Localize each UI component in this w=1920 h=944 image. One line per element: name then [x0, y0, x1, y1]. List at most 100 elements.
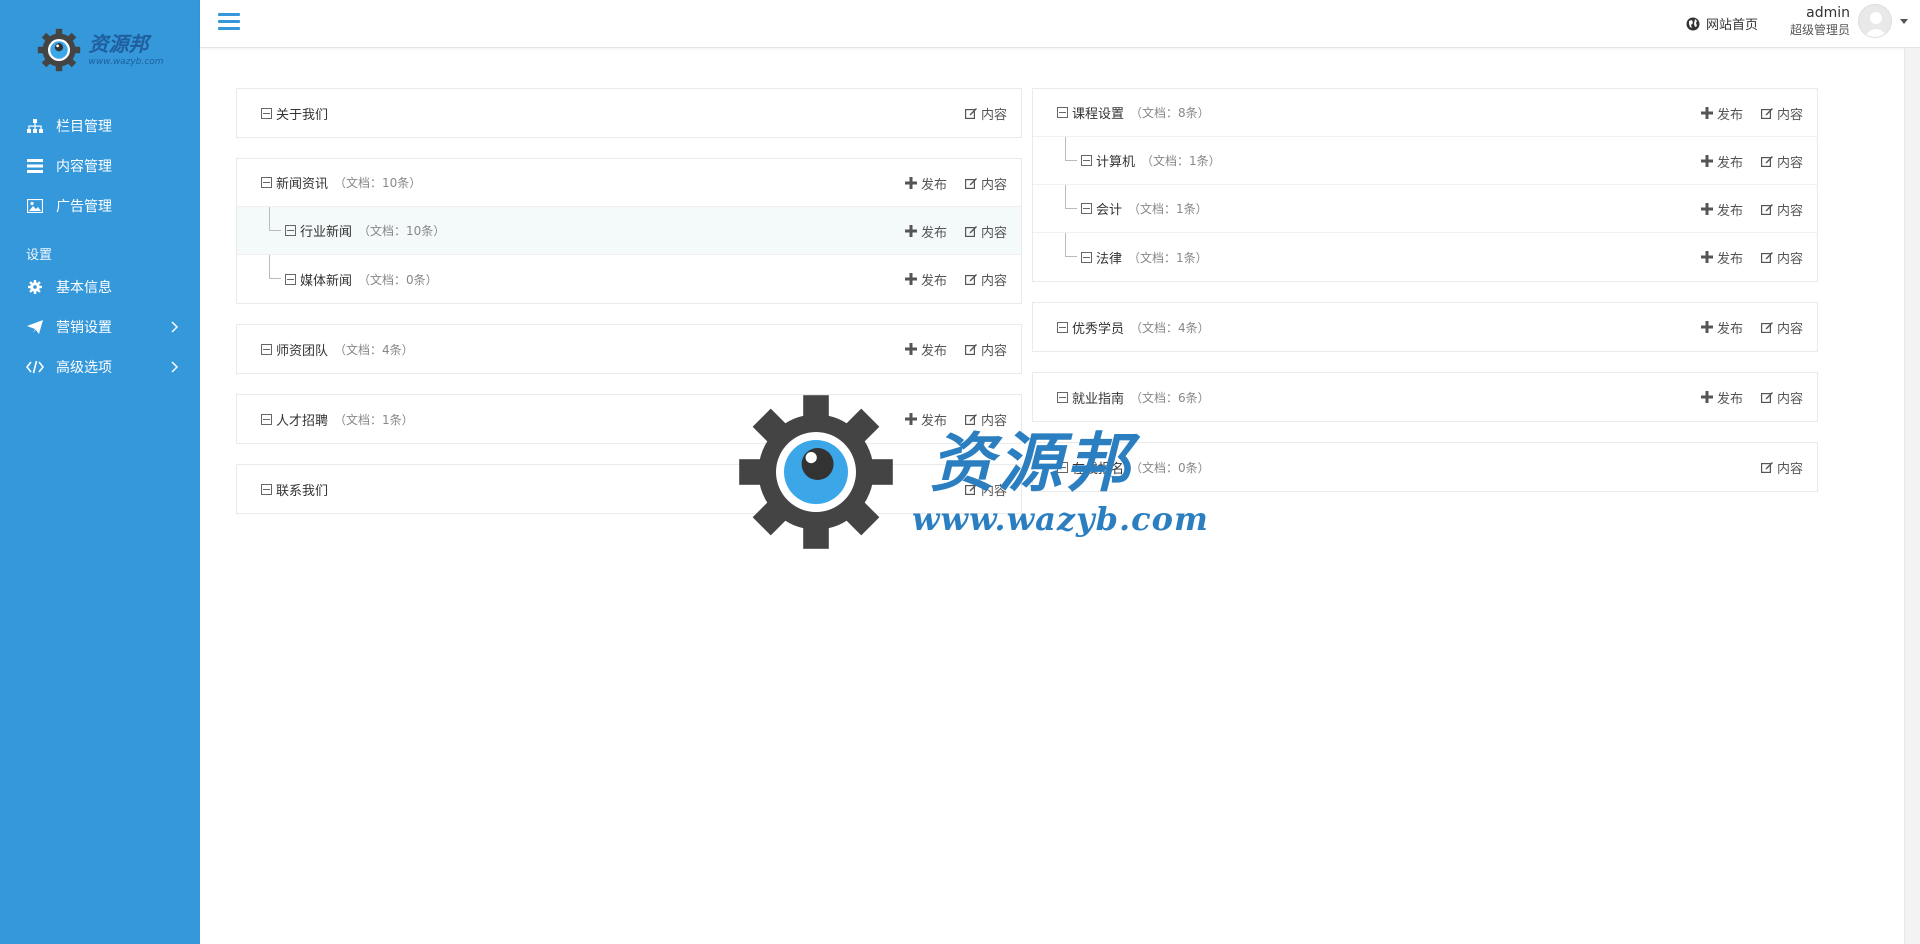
page-scrollbar[interactable] [1904, 48, 1920, 944]
category-title[interactable]: 新闻资讯 [276, 173, 328, 192]
publish-button[interactable]: 发布 [1700, 200, 1743, 219]
subcategory-row: 计算机 （文档：1条） 发布 内容 [1033, 137, 1817, 185]
content-button[interactable]: 内容 [964, 410, 1007, 429]
content-label: 内容 [1776, 461, 1803, 477]
right-column: 课程设置 （文档：8条） 发布 内容 计算机 （文档：1条） 发布 内容 会计 （文档：1条） 发布… [1032, 88, 1818, 512]
category-row: 优秀学员 （文档：4条） 发布 内容 [1033, 303, 1817, 351]
publish-label: 发布 [920, 273, 947, 289]
edit-icon [1760, 391, 1773, 403]
content-button[interactable]: 内容 [1760, 104, 1803, 123]
sidebar-item-advanced[interactable]: 高级选项 [0, 347, 200, 387]
category-title[interactable]: 联系我们 [276, 480, 328, 499]
content-button[interactable]: 内容 [1760, 318, 1803, 337]
subcategory-row: 行业新闻 （文档：10条） 发布 内容 [237, 207, 1021, 255]
content-button[interactable]: 内容 [964, 480, 1007, 499]
collapse-toggle-icon[interactable] [1081, 203, 1092, 214]
plus-icon [1700, 251, 1713, 263]
sidebar-item-marketing[interactable]: 营销设置 [0, 307, 200, 347]
category-card: 在线报名 （文档：0条） 内容 [1032, 442, 1818, 492]
menu-toggle-icon[interactable] [218, 13, 240, 33]
publish-button[interactable]: 发布 [1700, 388, 1743, 407]
content-button[interactable]: 内容 [1760, 388, 1803, 407]
row-actions: 发布 内容 [1700, 373, 1803, 421]
collapse-toggle-icon[interactable] [1057, 391, 1068, 403]
collapse-toggle-icon[interactable] [261, 107, 272, 119]
row-actions: 内容 [964, 89, 1007, 137]
publish-button[interactable]: 发布 [1700, 152, 1743, 171]
row-actions: 发布 内容 [904, 159, 1007, 207]
publish-button[interactable]: 发布 [1700, 248, 1743, 267]
category-title[interactable]: 就业指南 [1072, 388, 1124, 407]
row-actions: 发布 内容 [1700, 137, 1803, 185]
category-title[interactable]: 课程设置 [1072, 103, 1124, 122]
collapse-toggle-icon[interactable] [1081, 251, 1092, 263]
publish-button[interactable]: 发布 [904, 340, 947, 359]
sidebar-item-columns[interactable]: 栏目管理 [0, 106, 200, 146]
category-title[interactable]: 行业新闻 [300, 221, 352, 240]
collapse-toggle-icon[interactable] [1081, 155, 1092, 166]
publish-button[interactable]: 发布 [904, 410, 947, 429]
sidebar-item-content[interactable]: 内容管理 [0, 146, 200, 186]
sidebar-item-label: 基本信息 [56, 280, 112, 296]
content-label: 内容 [980, 343, 1007, 359]
publish-button[interactable]: 发布 [1700, 104, 1743, 123]
gear-icon [26, 279, 44, 295]
collapse-toggle-icon[interactable] [1057, 321, 1068, 333]
chevron-right-icon [171, 361, 179, 373]
sidebar-item-basic-info[interactable]: 基本信息 [0, 267, 200, 307]
row-actions: 发布 内容 [1700, 185, 1803, 233]
category-title[interactable]: 法律 [1096, 248, 1122, 267]
user-menu[interactable]: admin 超级管理员 [1790, 4, 1908, 38]
content-button[interactable]: 内容 [1760, 152, 1803, 171]
category-title[interactable]: 媒体新闻 [300, 270, 352, 289]
category-title[interactable]: 关于我们 [276, 104, 328, 123]
content-label: 内容 [980, 483, 1007, 499]
sidebar-item-label: 广告管理 [56, 199, 112, 215]
category-row: 课程设置 （文档：8条） 发布 内容 [1033, 89, 1817, 137]
content-label: 内容 [1776, 107, 1803, 123]
category-title[interactable]: 在线报名 [1072, 458, 1124, 477]
content-button[interactable]: 内容 [1760, 200, 1803, 219]
sidebar-item-ads[interactable]: 广告管理 [0, 186, 200, 226]
tree-branch-line [269, 207, 281, 231]
category-title[interactable]: 人才招聘 [276, 410, 328, 429]
collapse-toggle-icon[interactable] [261, 413, 272, 425]
tree-branch-line [1065, 233, 1077, 257]
edit-icon [1760, 107, 1773, 119]
subcategory-row: 媒体新闻 （文档：0条） 发布 内容 [237, 255, 1021, 303]
category-row: 人才招聘 （文档：1条） 发布 内容 [237, 395, 1021, 443]
content-button[interactable]: 内容 [964, 270, 1007, 289]
publish-button[interactable]: 发布 [1700, 318, 1743, 337]
content-button[interactable]: 内容 [1760, 458, 1803, 477]
content-button[interactable]: 内容 [964, 104, 1007, 123]
content-label: 内容 [1776, 391, 1803, 407]
chevron-down-icon[interactable] [1900, 18, 1908, 24]
publish-button[interactable]: 发布 [904, 222, 947, 241]
category-title[interactable]: 计算机 [1096, 151, 1135, 170]
content-button[interactable]: 内容 [964, 340, 1007, 359]
category-title[interactable]: 师资团队 [276, 340, 328, 359]
collapse-toggle-icon[interactable] [261, 177, 272, 188]
site-home-link[interactable]: 网站首页 [1686, 14, 1758, 33]
content-button[interactable]: 内容 [1760, 248, 1803, 267]
category-row: 师资团队 （文档：4条） 发布 内容 [237, 325, 1021, 373]
collapse-toggle-icon[interactable] [261, 343, 272, 355]
collapse-toggle-icon[interactable] [285, 225, 296, 236]
publish-label: 发布 [920, 343, 947, 359]
publish-button[interactable]: 发布 [904, 174, 947, 193]
publish-button[interactable]: 发布 [904, 270, 947, 289]
category-title[interactable]: 会计 [1096, 199, 1122, 218]
avatar[interactable] [1858, 4, 1892, 38]
collapse-toggle-icon[interactable] [261, 483, 272, 495]
category-title[interactable]: 优秀学员 [1072, 318, 1124, 337]
content-label: 内容 [980, 107, 1007, 123]
content-button[interactable]: 内容 [964, 222, 1007, 241]
collapse-toggle-icon[interactable] [285, 273, 296, 285]
tree-branch-line [1065, 137, 1077, 161]
collapse-toggle-icon[interactable] [1057, 107, 1068, 118]
content-label: 内容 [980, 413, 1007, 429]
sitemap-icon [26, 118, 44, 134]
content-button[interactable]: 内容 [964, 174, 1007, 193]
collapse-toggle-icon[interactable] [1057, 461, 1068, 473]
brand-logo[interactable]: 资源邦 www.wazyb.com [0, 0, 200, 100]
